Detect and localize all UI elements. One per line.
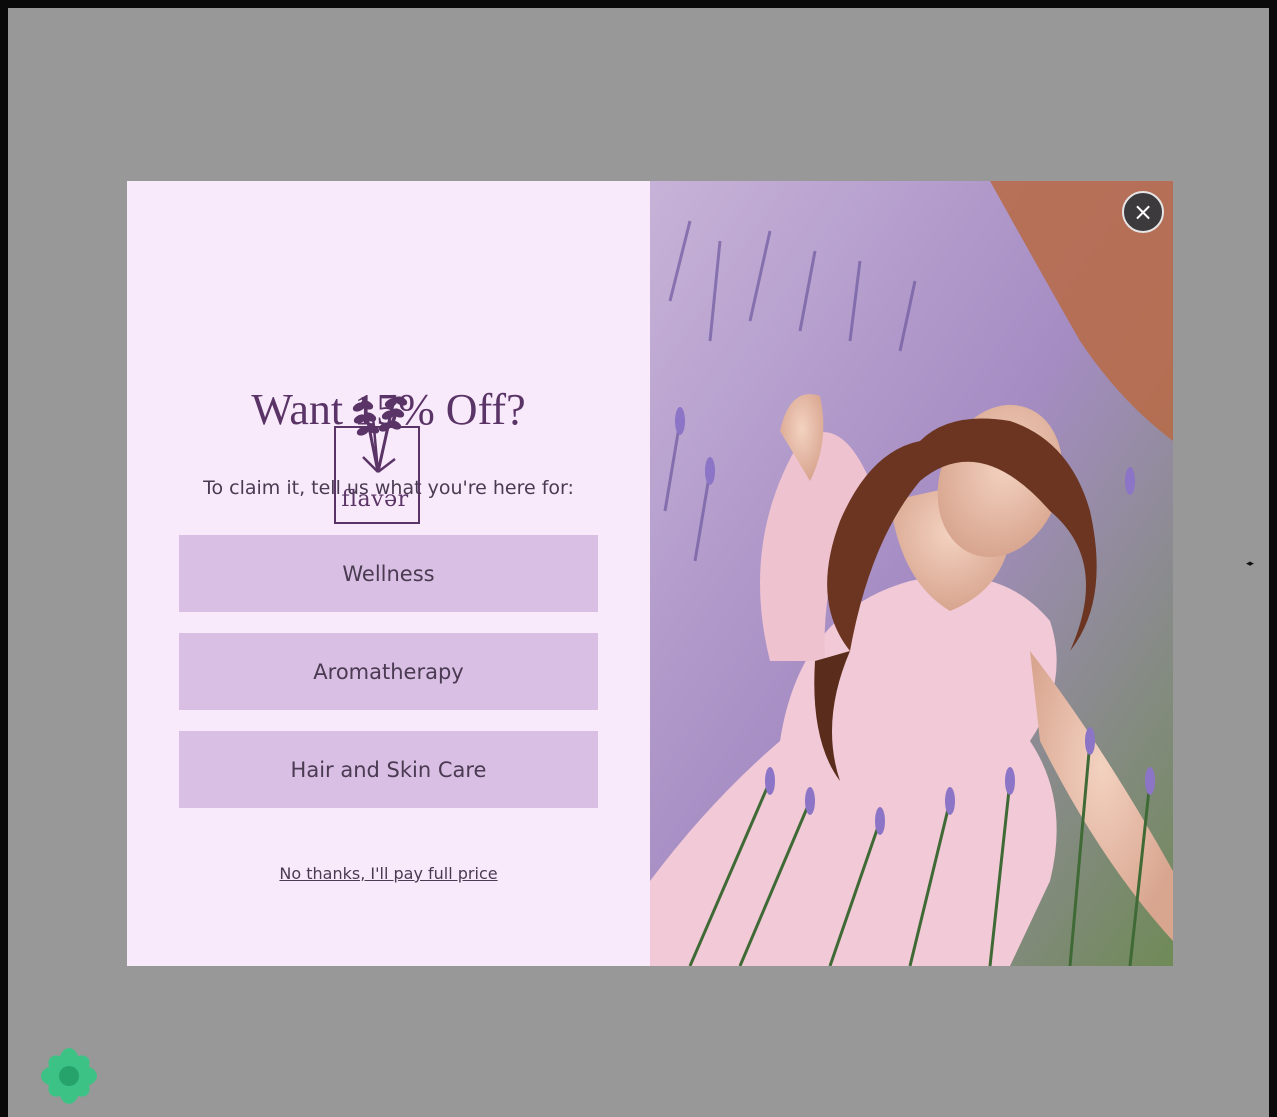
hero-photo-illustration <box>650 181 1173 966</box>
page-overlay: flavər Want 15% Off? To claim it, tell u… <box>0 0 1277 1117</box>
offer-headline: Want 15% Off? <box>251 385 526 434</box>
lavender-field-photo: × <box>650 181 1173 966</box>
offer-subline: To claim it, tell us what you're here fo… <box>203 477 574 499</box>
discount-popup: flavər Want 15% Off? To claim it, tell u… <box>127 181 1173 966</box>
flower-badge-icon[interactable] <box>41 1048 97 1104</box>
decline-link[interactable]: No thanks, I'll pay full price <box>127 864 650 883</box>
arrows-icon[interactable]: ◂▸ <box>1246 558 1270 570</box>
choice-hair-skin-button[interactable]: Hair and Skin Care <box>179 731 598 808</box>
close-icon: × <box>1132 198 1154 226</box>
close-button[interactable]: × <box>1122 191 1164 233</box>
choice-aromatherapy-button[interactable]: Aromatherapy <box>179 633 598 710</box>
choice-wellness-button[interactable]: Wellness <box>179 535 598 612</box>
popup-content-panel: flavər Want 15% Off? To claim it, tell u… <box>127 181 650 966</box>
